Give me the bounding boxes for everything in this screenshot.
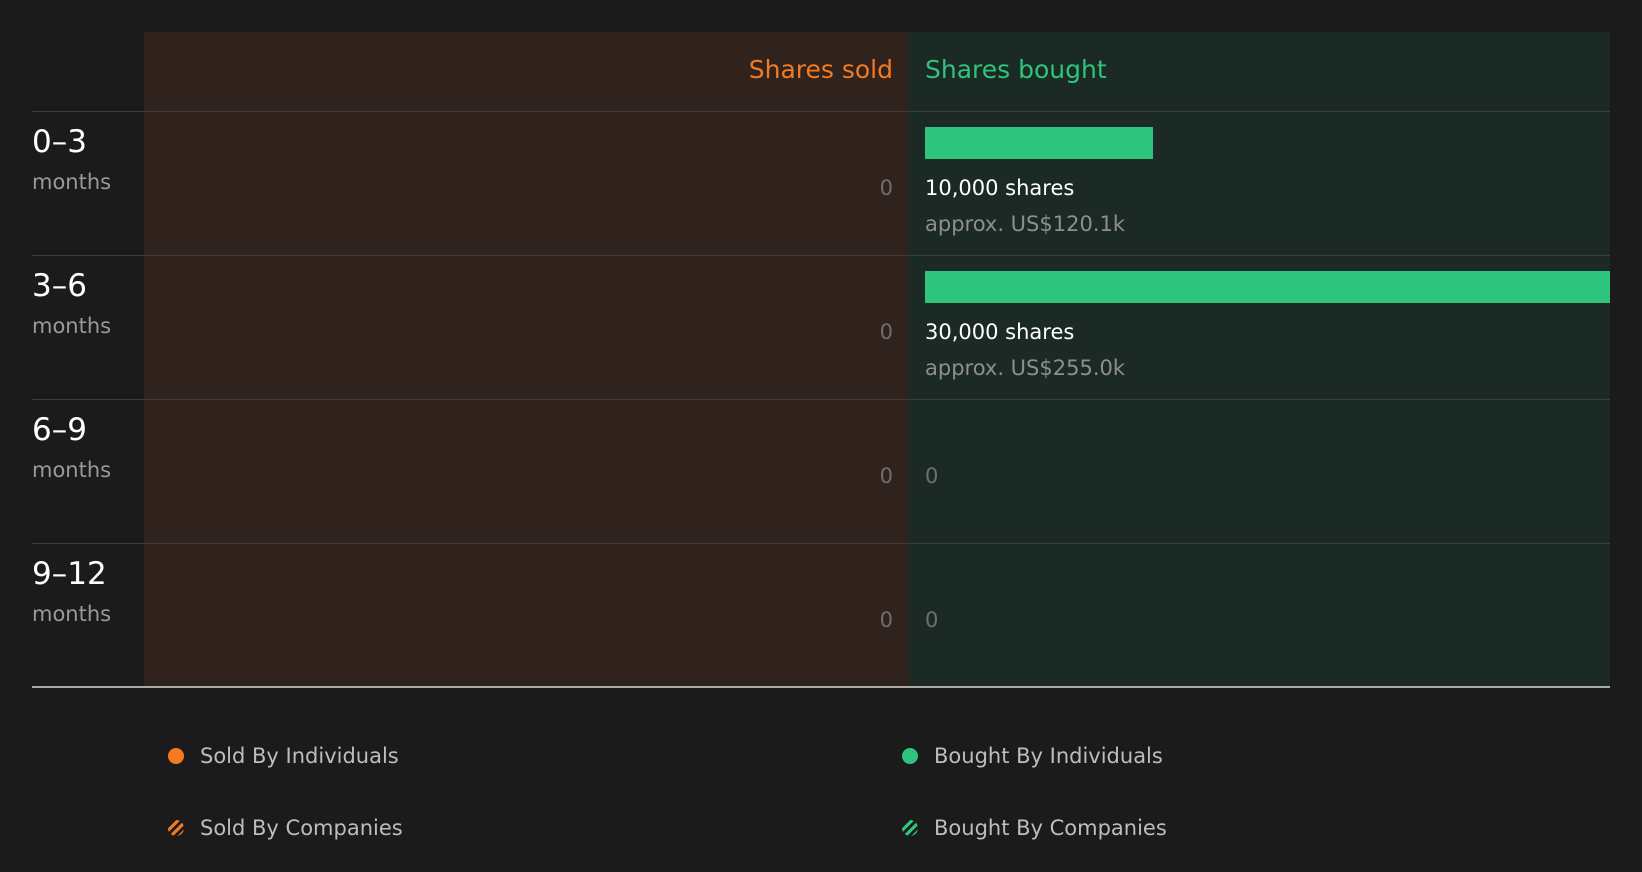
legend-label: Sold By Companies — [200, 816, 403, 840]
period-unit: months — [32, 458, 112, 482]
sold-value: 0 — [879, 320, 893, 344]
green-dot-icon — [902, 748, 918, 764]
orange-dot-icon — [168, 748, 184, 764]
hatched-green-dot-icon — [902, 820, 918, 836]
bought-value: 0 — [925, 608, 939, 632]
period-unit: months — [32, 170, 112, 194]
period-label: 0–3 — [32, 124, 87, 160]
legend-bought-companies: Bought By Companies — [902, 815, 1167, 841]
period-label: 3–6 — [32, 268, 87, 304]
period-label: 6–9 — [32, 412, 87, 448]
period-unit: months — [32, 314, 112, 338]
bought-shares-label: 30,000 shares — [925, 320, 1075, 344]
chart-baseline — [32, 686, 1610, 688]
bought-value-label: approx. US$255.0k — [925, 356, 1126, 380]
period-row-9-12: 9–12 months 0 0 — [0, 544, 1642, 688]
bought-value: 0 — [925, 464, 939, 488]
bought-shares-label: 10,000 shares — [925, 176, 1075, 200]
bought-bar — [925, 127, 1153, 159]
bought-value-label: approx. US$120.1k — [925, 212, 1126, 236]
hatched-orange-dot-icon — [168, 820, 184, 836]
period-unit: months — [32, 602, 112, 626]
period-row-6-9: 6–9 months 0 0 — [0, 400, 1642, 544]
shares-bought-header: Shares bought — [925, 55, 1107, 84]
sold-value: 0 — [879, 608, 893, 632]
period-label: 9–12 — [32, 556, 107, 592]
legend-label: Sold By Individuals — [200, 744, 399, 768]
period-row-0-3: 0–3 months 0 10,000 shares approx. US$12… — [0, 112, 1642, 256]
sold-value: 0 — [879, 464, 893, 488]
legend-sold-companies: Sold By Companies — [168, 815, 403, 841]
period-row-3-6: 3–6 months 0 30,000 shares approx. US$25… — [0, 256, 1642, 400]
legend-sold-individuals: Sold By Individuals — [168, 743, 399, 769]
bought-bar — [925, 271, 1610, 303]
legend-label: Bought By Individuals — [934, 744, 1163, 768]
sold-value: 0 — [879, 176, 893, 200]
shares-sold-header: Shares sold — [748, 55, 893, 84]
legend-label: Bought By Companies — [934, 816, 1167, 840]
legend-bought-individuals: Bought By Individuals — [902, 743, 1163, 769]
